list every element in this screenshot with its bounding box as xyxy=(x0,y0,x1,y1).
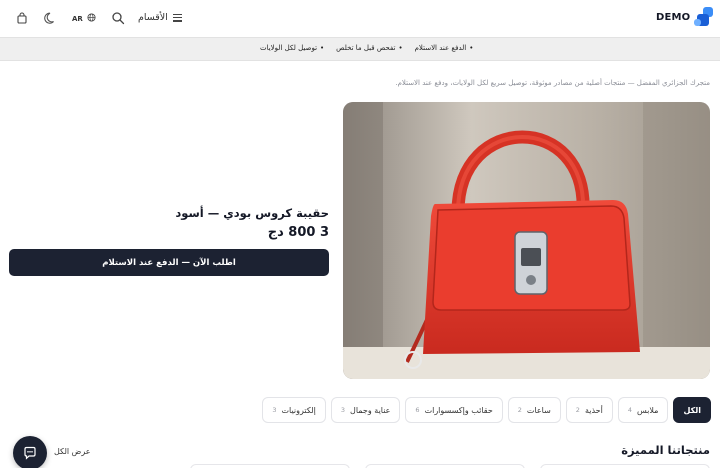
hero-product-image[interactable] xyxy=(343,102,710,379)
site-logo[interactable]: DEMO xyxy=(656,7,714,27)
categories-menu-label: الأقسام xyxy=(138,12,168,23)
category-chip-label: إلكترونيات xyxy=(281,405,316,415)
hero-product-price: 3 800 دج xyxy=(267,225,329,240)
category-chip-electronics[interactable]: إلكترونيات 3 xyxy=(262,397,326,423)
category-chip-label: أحذية xyxy=(584,405,603,415)
category-chip-label: ملابس xyxy=(636,405,659,415)
view-all-link[interactable]: عرض الكل xyxy=(54,447,91,456)
language-label: AR xyxy=(72,14,83,23)
categories-menu-button[interactable]: الأقسام xyxy=(138,12,182,23)
site-header: DEMO الأقسام AR xyxy=(0,0,720,37)
search-icon[interactable] xyxy=(111,11,125,25)
category-chip-bags[interactable]: حقائب وإكسسوارات 6 xyxy=(405,397,503,423)
category-chip-count: 2 xyxy=(517,406,522,414)
order-now-button[interactable]: اطلب الآن — الدفع عند الاستلام xyxy=(9,249,329,276)
announcement-item: تفحص قبل ما تخلص xyxy=(336,44,402,52)
announcement-bar: الدفع عند الاستلام تفحص قبل ما تخلص توصي… xyxy=(0,37,720,61)
category-chip-label: ساعات xyxy=(526,405,551,415)
category-chip-beauty[interactable]: عناية وجمال 3 xyxy=(330,397,401,423)
category-chip-label: عناية وجمال xyxy=(350,405,391,415)
chat-button[interactable] xyxy=(13,436,47,468)
category-chip-all[interactable]: الكل xyxy=(673,397,711,423)
category-chip-count: 4 xyxy=(627,406,632,414)
product-card[interactable] xyxy=(365,464,525,468)
store-tagline: متجرك الجزائري المفضل — منتجات أصلية من … xyxy=(395,79,710,87)
announcement-item: توصيل لكل الولايات xyxy=(260,44,324,52)
cart-icon[interactable] xyxy=(15,11,29,25)
language-switcher[interactable]: AR xyxy=(72,13,96,24)
category-chip-watches[interactable]: ساعات 2 xyxy=(507,397,561,423)
announcement-item: الدفع عند الاستلام xyxy=(415,44,474,52)
category-chip-shoes[interactable]: أحذية 2 xyxy=(565,397,613,423)
category-filter-bar: الكل ملابس 4 أحذية 2 ساعات 2 حقائب وإكسس… xyxy=(262,397,711,423)
featured-section-title: منتجاتنا المميزة xyxy=(621,443,710,457)
category-chip-clothes[interactable]: ملابس 4 xyxy=(617,397,669,423)
logo-text: DEMO xyxy=(656,11,691,23)
category-chip-label: الكل xyxy=(683,405,701,415)
menu-icon xyxy=(172,13,182,22)
product-card[interactable] xyxy=(190,464,350,468)
logo-mark-icon xyxy=(694,7,714,27)
moon-icon[interactable] xyxy=(44,11,58,25)
chat-bubble-icon xyxy=(24,446,36,460)
product-card[interactable] xyxy=(540,464,710,468)
category-chip-count: 3 xyxy=(340,406,346,414)
category-chip-count: 2 xyxy=(575,406,580,414)
globe-icon xyxy=(87,13,96,24)
hero-product-title[interactable]: حقيبة كروس بودي — أسود xyxy=(175,206,329,220)
category-chip-count: 3 xyxy=(272,406,277,414)
category-chip-count: 6 xyxy=(415,406,420,414)
category-chip-label: حقائب وإكسسوارات xyxy=(424,405,493,415)
